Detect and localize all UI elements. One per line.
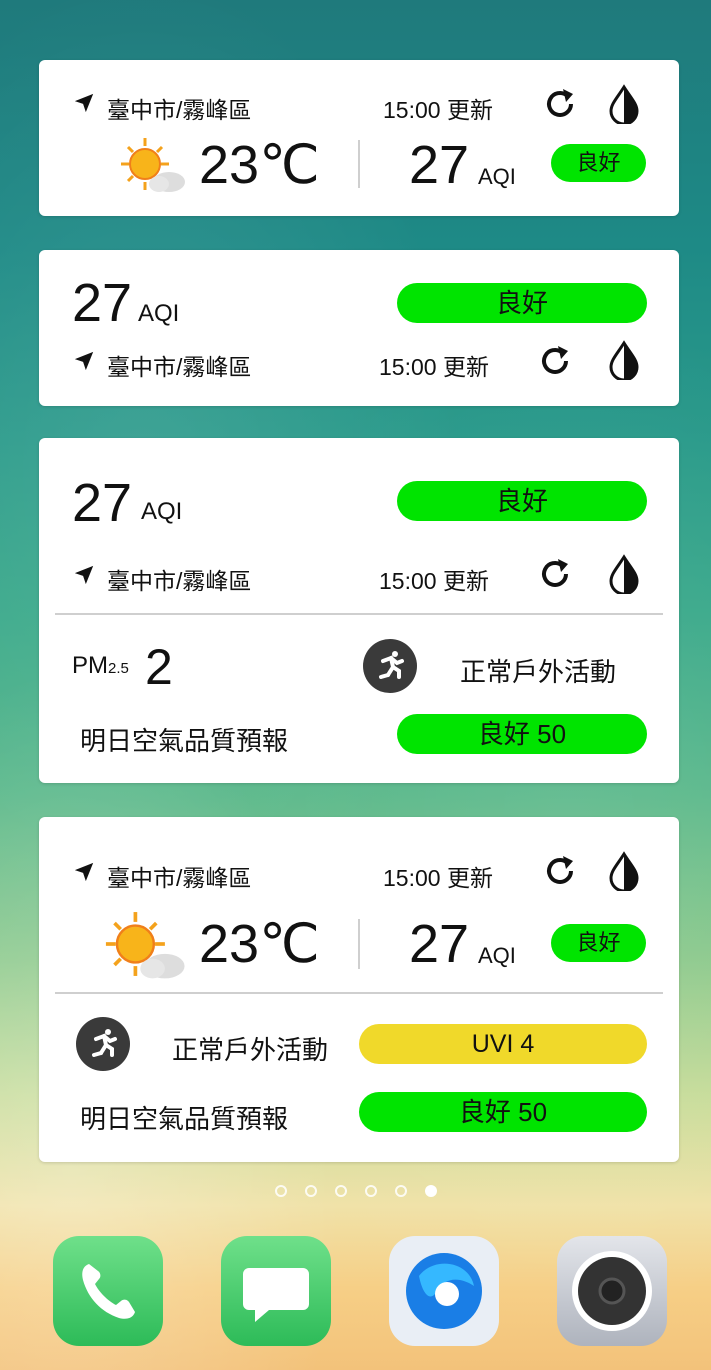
horizontal-divider (55, 992, 663, 994)
forecast-value: 良好 50 (477, 719, 567, 749)
phone-app[interactable] (53, 1236, 163, 1346)
runner-icon (363, 639, 417, 693)
vertical-divider (358, 919, 360, 969)
aqi-unit: AQI (478, 943, 516, 968)
contrast-icon[interactable] (607, 554, 641, 594)
location-label: 臺中市/霧峰區 (107, 568, 252, 594)
refresh-icon[interactable] (537, 343, 573, 379)
page-dot[interactable] (364, 1185, 377, 1197)
aqi-status-label: 良好 (576, 930, 621, 955)
forecast-label: 明日空氣品質預報 (80, 726, 289, 756)
location-arrow-icon (73, 861, 95, 883)
contrast-icon[interactable] (607, 851, 641, 891)
update-time: 15:00 更新 (379, 354, 489, 380)
runner-icon (76, 1017, 130, 1071)
aqi-value: 27 (409, 135, 470, 195)
uvi-badge: UVI 4 (359, 1024, 647, 1064)
location-label: 臺中市/霧峰區 (107, 354, 252, 380)
vertical-divider (358, 140, 360, 188)
update-time: 15:00 更新 (379, 568, 489, 594)
aqi-status-badge: 良好 (397, 283, 647, 323)
aqi-value: 27 (409, 914, 470, 974)
pm25-label: PM2.5 (72, 652, 129, 680)
aqi-status-badge: 良好 (551, 924, 646, 962)
widget-weather-aqi-large[interactable]: 臺中市/霧峰區 15:00 更新 23℃ 27 AQI 良好 正常戶外活動 UV… (39, 817, 679, 1162)
widget-aqi-compact[interactable]: 27 AQI 良好 臺中市/霧峰區 15:00 更新 (39, 250, 679, 406)
temperature: 23℃ (199, 914, 320, 974)
browser-app[interactable] (389, 1236, 499, 1346)
location-arrow-icon (73, 92, 95, 114)
aqi-status-badge: 良好 (551, 144, 646, 182)
message-icon (243, 1268, 309, 1322)
aqi-unit: AQI (138, 300, 180, 327)
refresh-icon[interactable] (542, 86, 578, 122)
forecast-label: 明日空氣品質預報 (80, 1104, 289, 1134)
pm25-label-text: PM (72, 652, 108, 679)
aqi-unit: AQI (478, 164, 516, 189)
uvi-label: UVI 4 (471, 1030, 535, 1058)
horizontal-divider (55, 613, 663, 615)
pm25-subscript: 2.5 (108, 660, 129, 677)
phone-icon (82, 1264, 135, 1319)
sun-cloud-icon (117, 136, 187, 192)
aqi-status-label: 良好 (576, 150, 621, 175)
camera-icon (572, 1251, 652, 1331)
activity-label: 正常戶外活動 (460, 657, 617, 687)
refresh-icon[interactable] (537, 556, 573, 592)
forecast-badge: 良好 50 (359, 1092, 647, 1132)
pm25-value: 2 (145, 639, 173, 695)
update-time: 15:00 更新 (383, 865, 493, 891)
messages-app[interactable] (221, 1236, 331, 1346)
refresh-icon[interactable] (542, 853, 578, 889)
browser-icon (406, 1253, 482, 1329)
page-dot[interactable] (304, 1185, 317, 1197)
aqi-status-label: 良好 (495, 288, 548, 318)
activity-label: 正常戶外活動 (172, 1035, 329, 1065)
sun-cloud-icon (101, 909, 187, 979)
contrast-icon[interactable] (607, 84, 641, 124)
location-arrow-icon (73, 350, 95, 372)
location-label: 臺中市/霧峰區 (107, 97, 252, 123)
location-arrow-icon (73, 564, 95, 586)
aqi-status-label: 良好 (495, 486, 548, 516)
widget-weather-aqi-small[interactable]: 臺中市/霧峰區 15:00 更新 23℃ 27 AQI 良好 (39, 60, 679, 216)
update-time: 15:00 更新 (383, 97, 493, 123)
aqi-value: 27 (72, 473, 133, 533)
page-indicator[interactable] (0, 1185, 711, 1197)
aqi-status-badge: 良好 (397, 481, 647, 521)
temperature: 23℃ (199, 135, 320, 195)
aqi-unit: AQI (141, 498, 183, 525)
page-dot[interactable] (394, 1185, 407, 1197)
aqi-value: 27 (72, 273, 133, 333)
camera-app[interactable] (557, 1236, 667, 1346)
contrast-icon[interactable] (607, 340, 641, 380)
widget-aqi-detail[interactable]: 27 AQI 良好 臺中市/霧峰區 15:00 更新 PM2.5 2 正常戶外活… (39, 438, 679, 783)
page-dot[interactable] (274, 1185, 287, 1197)
location-label: 臺中市/霧峰區 (107, 865, 252, 891)
forecast-badge: 良好 50 (397, 714, 647, 754)
page-dot[interactable] (334, 1185, 347, 1197)
forecast-value: 良好 50 (458, 1097, 548, 1127)
page-dot-active[interactable] (424, 1185, 437, 1197)
